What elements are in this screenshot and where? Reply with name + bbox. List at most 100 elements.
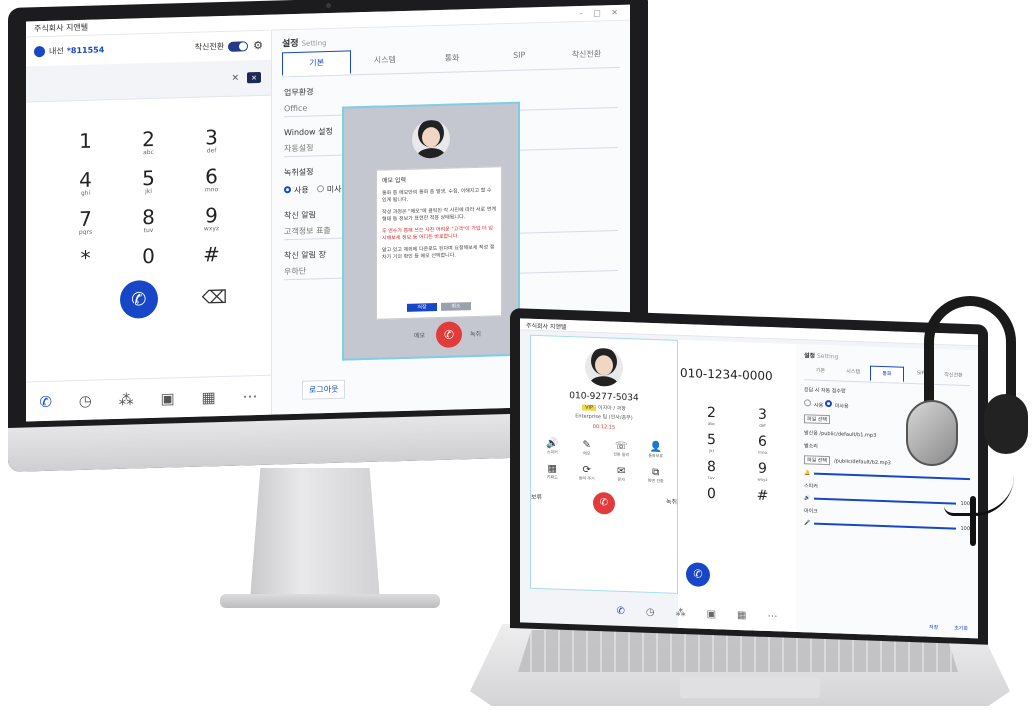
dialog-cancel-button[interactable]: 취소 xyxy=(441,302,471,311)
tab-system[interactable]: 시스템 xyxy=(837,364,870,381)
record-nouse-radio[interactable]: 미사 xyxy=(316,184,341,196)
laptop-keypad: 2 abc 3 def 5 jkl 6 mno 8 tuv 9 wxyz 0 # xyxy=(686,404,788,505)
key-hash[interactable]: # xyxy=(180,242,243,266)
keypad: 1 2 abc 3 def 4 ghi 5 jkl 6 mno 7 pqrs 8 tuv 9w… xyxy=(54,125,243,270)
tab-basic[interactable]: 기본 xyxy=(804,363,837,380)
key-8[interactable]: 8 tuv xyxy=(686,458,737,481)
incoming-toggle-label: 착신전환 xyxy=(194,41,225,52)
dialog-confirm-button[interactable]: 저장 xyxy=(407,303,437,312)
key-5[interactable]: 5 jkl xyxy=(686,431,737,454)
incoming-call-overlay: 메모 입력 통화 중 메모만의 통화 중 발생, 수집, 이해지고 할 수 있게… xyxy=(342,101,520,361)
key-star[interactable]: * xyxy=(54,246,117,270)
tab-sip[interactable]: SIP xyxy=(486,45,553,71)
hangup-icon: ✆ xyxy=(599,497,609,509)
laptop-call-button[interactable]: ✆ xyxy=(686,562,710,587)
key-9[interactable]: 9 wxyz xyxy=(180,203,243,233)
extension-number: *811554 xyxy=(66,45,105,56)
hold-label[interactable]: 보류 xyxy=(531,491,542,500)
return-action[interactable]: ⟳ 돌려 주기 xyxy=(570,464,605,482)
app-title: 주식회사 지앤텔 xyxy=(34,22,89,34)
dialed-number[interactable]: 010-1234-0000 xyxy=(678,340,796,384)
org-tab-icon[interactable]: ⁂ xyxy=(676,607,686,618)
switch-action[interactable]: ⧉ 화면 전환 xyxy=(639,466,674,484)
reset-button[interactable]: 초기화 xyxy=(954,625,968,632)
window-controls[interactable]: - □ ✕ xyxy=(580,8,622,18)
ring-path: /public/default/b2.mp3 xyxy=(834,458,891,467)
tab-call[interactable]: 통화 xyxy=(418,47,485,73)
bottom-nav: ✆ ◷ ⁂ ▣ ▦ ⋯ xyxy=(26,374,271,422)
caller-avatar xyxy=(585,347,623,387)
delete-button[interactable]: ⌫ xyxy=(202,286,227,308)
key-0[interactable]: 0 xyxy=(117,244,180,268)
backspace-icon[interactable]: ✕ xyxy=(247,71,261,84)
memo-action[interactable]: ✎ 메모 xyxy=(570,439,605,457)
extension-label: 내선 xyxy=(49,46,64,56)
hangup-button[interactable]: ✆ xyxy=(436,321,462,349)
org-tab-icon[interactable]: ⁂ xyxy=(119,390,134,408)
call-button[interactable]: ✆ xyxy=(119,279,158,319)
apps-tab-icon[interactable]: ▦ xyxy=(737,609,746,620)
laptop-hangup-button[interactable]: ✆ xyxy=(593,491,615,515)
tab-system[interactable]: 시스템 xyxy=(351,49,418,75)
key-2[interactable]: 2 abc xyxy=(117,127,180,157)
key-1[interactable]: 1 xyxy=(54,129,117,159)
record-label[interactable]: 녹취 xyxy=(666,496,677,505)
call-actions: 🔊 스피커 ✎ 메모 ☏ 전화 돌려 👤 통화보류 ▦ 키패드 ⟳ 돌려 주기 ✉ 문자 ⧉ 화… xyxy=(535,438,673,485)
use-radio[interactable]: 사용 xyxy=(804,399,823,409)
speaker-action[interactable]: 🔊 스피커 xyxy=(535,438,570,456)
hold-action[interactable]: 👤 통화보류 xyxy=(639,441,674,459)
record-use-radio[interactable]: 사용 xyxy=(284,185,309,197)
tab-basic[interactable]: 기본 xyxy=(282,50,352,77)
key-4[interactable]: 4 ghi xyxy=(54,168,117,198)
key-2[interactable]: 2 abc xyxy=(686,404,737,427)
phone-icon: ✆ xyxy=(131,288,147,311)
key-6[interactable]: 6 mno xyxy=(180,164,243,194)
call-row: ✆ ⌫ xyxy=(26,277,271,322)
sms-action[interactable]: ✉ 문자 xyxy=(604,465,639,483)
logout-button[interactable]: 로그아웃 xyxy=(302,379,346,400)
scene: 주식회사 지앤텔 - □ ✕ 내선 *811554 착신전환 ⚙ ✕ ✕ 1 2… xyxy=(0,0,1036,724)
contacts-tab-icon[interactable]: ▣ xyxy=(707,608,716,619)
key-3[interactable]: 3 def xyxy=(180,125,243,155)
key-6[interactable]: 6 mno xyxy=(737,433,788,456)
key-hash[interactable]: # xyxy=(737,487,788,505)
gear-icon[interactable]: ⚙ xyxy=(253,39,263,52)
incoming-toggle[interactable] xyxy=(228,40,249,52)
key-0[interactable]: 0 xyxy=(686,485,737,503)
ring-file-button[interactable]: 파일 선택 xyxy=(804,455,830,466)
settings-footer: 저장 초기화 xyxy=(929,624,968,632)
laptop-dialer: 010-1234-0000 2 abc 3 def 5 jkl 6 mno 8 tuv 9… xyxy=(678,339,796,634)
more-tab-icon[interactable]: ⋯ xyxy=(767,610,777,621)
overlay-memo-label[interactable]: 메모 xyxy=(414,330,425,339)
key-9[interactable]: 9 wxyz xyxy=(737,460,788,483)
key-3[interactable]: 3 def xyxy=(737,406,788,429)
apps-tab-icon[interactable]: ▦ xyxy=(202,388,216,406)
headset-cable xyxy=(970,496,976,546)
key-8[interactable]: 8 tuv xyxy=(117,205,180,235)
ringback-path: /public/default/b1.mp3 xyxy=(819,430,877,439)
dialer-panel: 내선 *811554 착신전환 ⚙ ✕ ✕ 1 2 abc 3 def 4 ghi 5… xyxy=(26,30,272,422)
history-tab-icon[interactable]: ◷ xyxy=(79,391,92,409)
transfer-action[interactable]: ☏ 전화 돌려 xyxy=(604,440,639,458)
phone-tab-icon[interactable]: ✆ xyxy=(39,392,52,410)
clear-icon[interactable]: ✕ xyxy=(231,73,239,83)
nouse-radio[interactable]: 미사용 xyxy=(824,399,849,410)
key-5[interactable]: 5 jkl xyxy=(117,166,180,196)
active-call-panel: 010-9277-5034 VIP 이지아 / 과장 Enterprise 팀 … xyxy=(530,334,678,594)
monitor-stand xyxy=(250,468,380,600)
keypad-action[interactable]: ▦ 키패드 xyxy=(535,463,570,481)
file-select-button[interactable]: 파일 선택 xyxy=(804,414,830,425)
save-button[interactable]: 저장 xyxy=(929,624,938,631)
tab-forward[interactable]: 착신전환 xyxy=(553,43,620,69)
contacts-tab-icon[interactable]: ▣ xyxy=(161,389,175,407)
dialog-buttons: 저장 취소 xyxy=(407,302,471,312)
key-7[interactable]: 7 pqrs xyxy=(54,207,117,237)
overlay-record-label[interactable]: 녹취 xyxy=(470,329,481,338)
history-tab-icon[interactable]: ◷ xyxy=(646,606,655,617)
camera xyxy=(326,2,331,9)
headset xyxy=(900,296,1030,546)
phone-tab-icon[interactable]: ✆ xyxy=(616,605,624,616)
more-tab-icon[interactable]: ⋯ xyxy=(243,387,258,405)
earcup-right xyxy=(984,394,1028,454)
dial-input[interactable]: ✕ ✕ xyxy=(26,59,271,103)
